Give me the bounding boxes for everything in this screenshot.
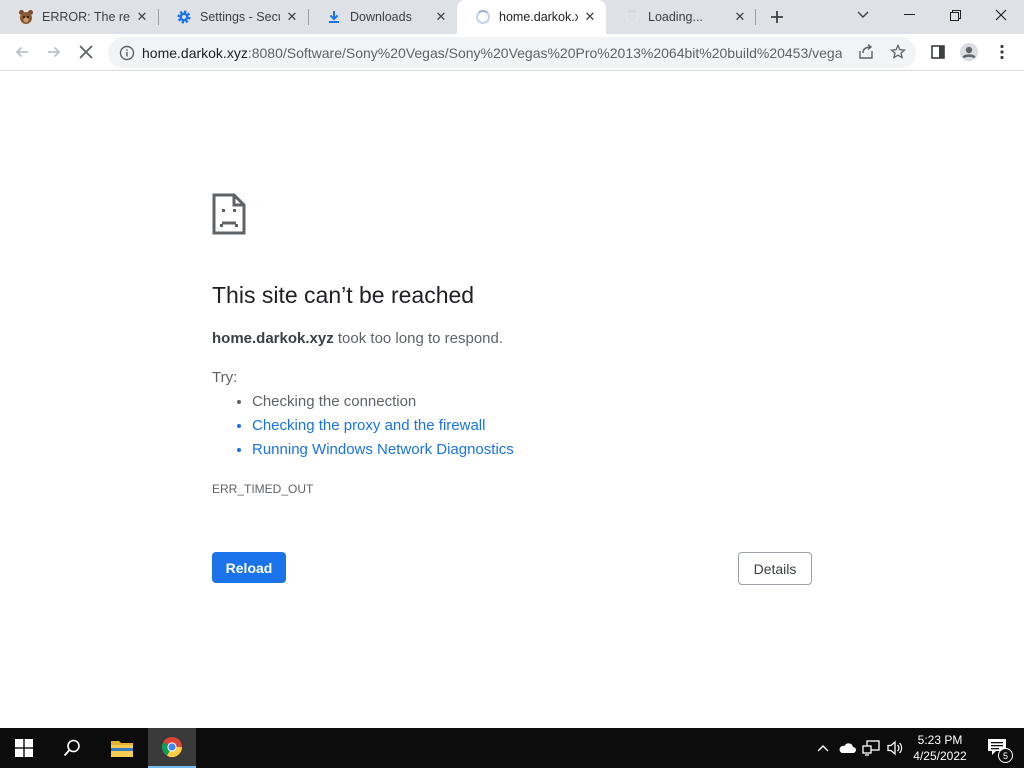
onedrive-button[interactable] [836,728,858,768]
windows-taskbar: 5:23 PM 4/25/2022 5 [0,728,1024,768]
tab-downloads[interactable]: Downloads ✕ [308,0,457,34]
reload-button[interactable]: Reload [212,552,286,583]
suggestion-link-proxy[interactable]: Checking the proxy and the firewall [252,415,514,439]
file-explorer-button[interactable] [98,728,146,768]
suggestion-list: Checking the connection Checking the pro… [212,391,514,463]
minimize-button[interactable] [886,0,932,30]
browser-menu-button[interactable] [988,38,1016,66]
url-text: home.darkok.xyz:8080/Software/Sony%20Veg… [142,45,842,61]
cloud-icon [839,743,856,753]
chrome-logo-icon [161,737,183,758]
kebab-menu-icon [1000,44,1004,60]
close-icon [995,9,1007,21]
loading-spinner-icon [624,9,640,25]
notification-count-badge: 5 [998,748,1013,763]
start-button[interactable] [0,728,48,768]
action-center-button[interactable]: 5 [978,728,1018,768]
tab-close-icon[interactable]: ✕ [284,9,300,25]
tab-close-icon[interactable]: ✕ [732,9,748,25]
url-host: home.darkok.xyz [142,44,248,61]
sad-page-icon [212,193,246,240]
page-title: This site can’t be reached [212,282,475,308]
profile-button[interactable] [955,38,983,66]
tab-settings[interactable]: Settings - Secur ✕ [158,0,308,34]
chrome-taskbar-button[interactable] [148,728,196,768]
system-clock[interactable]: 5:23 PM 4/25/2022 [905,732,975,764]
tab-close-icon[interactable]: ✕ [433,9,449,25]
settings-gear-icon [176,9,192,25]
chevron-up-icon [817,745,829,752]
error-code: ERR_TIMED_OUT [212,482,314,496]
tab-error[interactable]: ERROR: The req ✕ [0,0,158,34]
windows-logo-icon [15,739,33,757]
address-bar[interactable]: home.darkok.xyz:8080/Software/Sony%20Veg… [108,37,916,68]
side-panel-button[interactable] [924,38,952,66]
error-description: home.darkok.xyz took too long to respond… [212,330,503,347]
clock-date: 4/25/2022 [913,749,967,763]
restore-button[interactable] [932,0,978,30]
try-label: Try: [212,369,238,386]
search-button[interactable] [48,728,96,768]
minimize-icon [903,14,915,15]
stop-loading-button[interactable] [72,38,100,66]
tab-home-darkok[interactable]: home.darkok.xyz ✕ [457,0,606,34]
tab-search-icon [857,11,869,18]
tab-strip: ERROR: The req ✕ Settings - Secur ✕ Down… [0,0,1024,34]
tab-loading[interactable]: Loading... ✕ [606,0,756,34]
tab-title: Settings - Secur [200,10,280,24]
bookmark-button[interactable] [884,38,912,66]
share-button[interactable] [852,38,880,66]
plus-icon [771,11,783,23]
url-path: :8080/Software/Sony%20Vegas/Sony%20Vegas… [247,44,842,61]
restore-icon [949,9,961,21]
window-close-button[interactable] [978,0,1024,30]
browser-toolbar: home.darkok.xyz:8080/Software/Sony%20Veg… [0,34,1024,71]
stop-icon [79,45,93,59]
new-tab-button[interactable] [764,4,790,30]
tab-close-icon[interactable]: ✕ [134,9,150,25]
star-icon [890,44,906,59]
tab-title: Downloads [350,10,412,24]
tab-separator [755,9,756,25]
clock-time: 5:23 PM [917,733,963,747]
tab-title: ERROR: The req [42,10,130,24]
details-button[interactable]: Details [738,552,812,585]
network-button[interactable] [860,728,882,768]
network-icon [862,740,880,756]
search-icon [63,739,80,757]
forward-button[interactable] [40,38,68,66]
back-arrow-icon [15,46,28,58]
page-content: This site can’t be reached home.darkok.x… [0,71,1024,728]
tab-title: Loading... [648,10,703,24]
error-host: home.darkok.xyz [212,330,334,347]
share-icon [859,44,873,59]
volume-button[interactable] [884,728,906,768]
speaker-icon [887,740,903,756]
forward-arrow-icon [48,46,61,58]
loading-spinner-icon [475,9,491,25]
show-hidden-icons-button[interactable] [813,728,833,768]
back-button[interactable] [8,38,36,66]
site-info-icon[interactable] [112,45,142,61]
download-icon [326,9,342,25]
profile-avatar-icon [960,43,978,61]
suggestion-item: Checking the connection [252,391,514,415]
folder-icon [111,741,133,757]
side-panel-icon [931,45,945,59]
tab-search-button[interactable] [840,0,886,30]
suggestion-link-diagnostics[interactable]: Running Windows Network Diagnostics [252,439,514,463]
tab-title: home.darkok.xyz [499,10,578,24]
bear-favicon-icon [18,9,34,25]
error-message: took too long to respond. [337,330,504,347]
tab-close-icon[interactable]: ✕ [582,9,598,25]
